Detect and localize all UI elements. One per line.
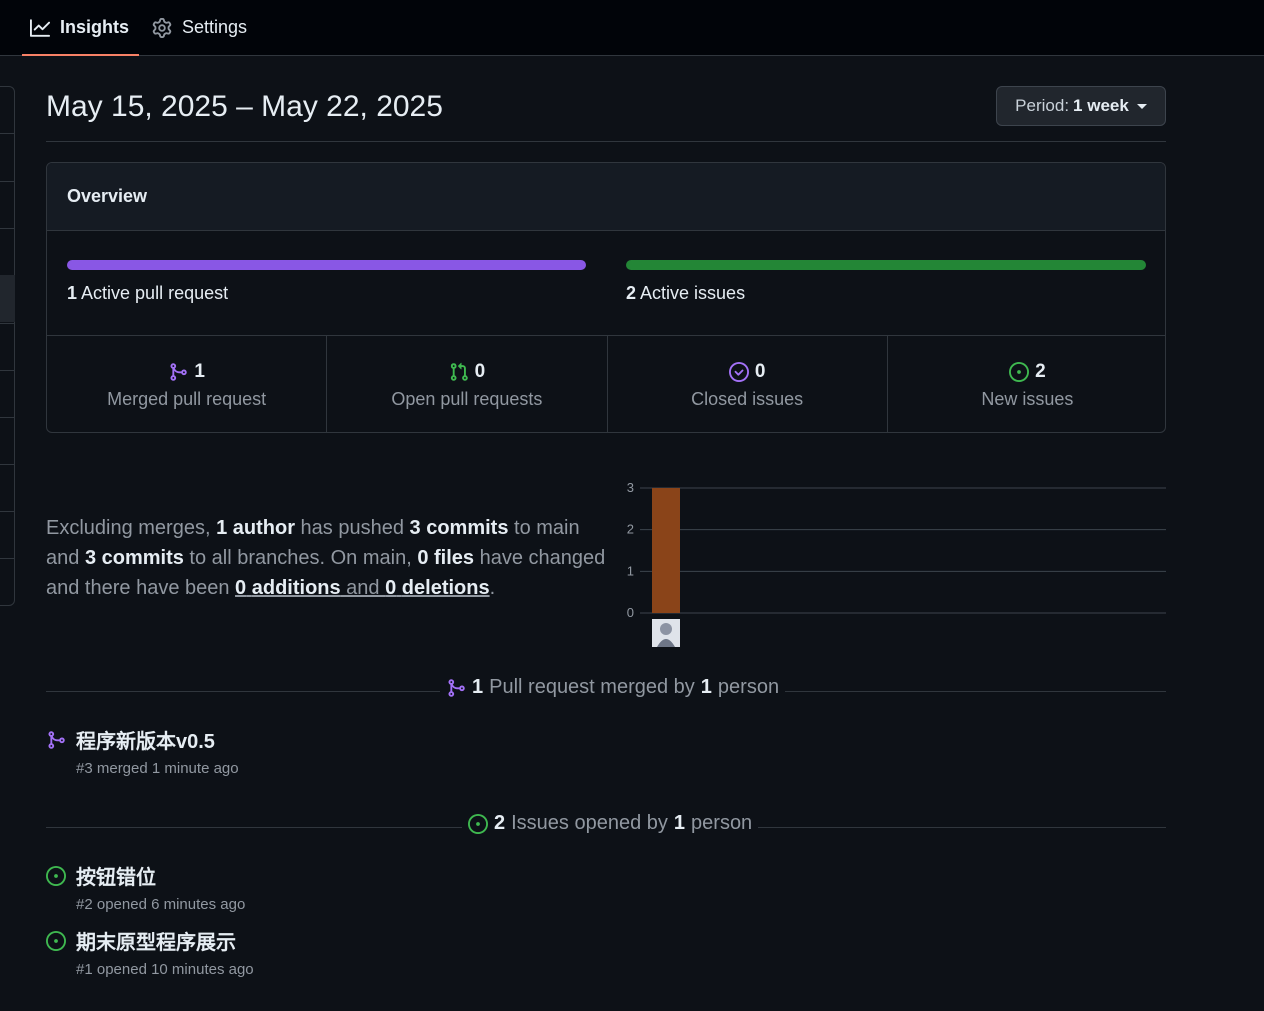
- additions-word: additions: [251, 577, 341, 599]
- period-dropdown-button[interactable]: Period: 1 week: [996, 86, 1166, 126]
- issues-section-title: 2 Issues opened by 1 person: [462, 812, 759, 835]
- pr-section-text: person: [717, 676, 780, 698]
- stat-open-prs[interactable]: 0 Open pull requests: [327, 336, 608, 432]
- git-merge-icon: [170, 362, 188, 381]
- additions-deletions-link[interactable]: 0 additions and 0 deletions: [235, 577, 490, 599]
- overview-stats: 1 Merged pull request 0 Open pull reques…: [47, 335, 1165, 432]
- issue-opened-icon: [46, 930, 66, 951]
- stat-count: 0: [474, 360, 486, 382]
- date-range-title: May 15, 2025 – May 22, 2025: [46, 90, 443, 123]
- active-pr-bar[interactable]: [67, 260, 586, 270]
- issues-opened-count: 2: [494, 812, 506, 834]
- chart-ytick-label: 1: [627, 563, 634, 578]
- summary-text: has pushed: [294, 517, 410, 539]
- active-pr-link[interactable]: 1 Active pull request: [67, 283, 228, 304]
- issue-list-item: 期末原型程序展示 #1 opened 10 minutes ago: [46, 926, 254, 978]
- issue-opened-icon: [468, 813, 488, 834]
- side-menu-selected-item[interactable]: [0, 275, 15, 322]
- author-avatar[interactable]: [652, 619, 680, 647]
- repo-nav: Insights Settings: [0, 0, 1264, 56]
- summary-text: and: [340, 577, 386, 599]
- issue-list-item: 按钮错位 #2 opened 6 minutes ago: [46, 861, 245, 913]
- stat-label: New issues: [981, 388, 1074, 409]
- tab-insights[interactable]: Insights: [22, 0, 140, 56]
- side-menu: [0, 86, 15, 606]
- active-pr-count: 1: [67, 283, 78, 303]
- issues-people-count: 1: [673, 812, 686, 834]
- active-issues-count: 2: [626, 283, 637, 303]
- stat-new-issues[interactable]: 2 New issues: [888, 336, 1165, 432]
- pr-title-link[interactable]: 程序新版本v0.5: [76, 725, 215, 754]
- overview-box: Overview 1 Active pull request 2 Active …: [46, 162, 1166, 433]
- stat-count: 2: [1035, 360, 1046, 382]
- tab-insights-label: Insights: [60, 17, 130, 37]
- stat-closed-issues[interactable]: 0 Closed issues: [608, 336, 888, 432]
- deletions-count: 0: [385, 577, 397, 599]
- pr-list-item: 程序新版本v0.5 #3 merged 1 minute ago: [46, 725, 239, 777]
- summary-text: .: [489, 577, 496, 599]
- issue-meta: #1 opened 10 minutes ago: [76, 961, 254, 978]
- additions-count: 0: [235, 577, 247, 599]
- chart-ytick-label: 3: [627, 480, 634, 495]
- active-issues-link[interactable]: 2 Active issues: [626, 283, 745, 304]
- active-pr-label: Active pull request: [81, 283, 229, 303]
- issue-title-link[interactable]: 按钮错位: [76, 861, 156, 890]
- commits-all-count: 3 commits: [84, 547, 184, 569]
- stat-label: Closed issues: [691, 388, 804, 409]
- caret-down-icon: [1136, 103, 1147, 109]
- commit-summary: Excluding merges, 1 author has pushed 3 …: [46, 513, 611, 603]
- files-changed-count: 0 files: [417, 547, 475, 569]
- authors-count: 1 author: [216, 517, 295, 539]
- issue-meta: #2 opened 6 minutes ago: [76, 896, 246, 913]
- git-merge-icon: [48, 730, 65, 749]
- pr-people-count: 1: [700, 676, 712, 698]
- issue-title-link[interactable]: 期末原型程序展示: [76, 926, 236, 955]
- period-value: 1 week: [1073, 96, 1129, 115]
- chart-ytick-label: 2: [627, 522, 634, 537]
- chart-ytick-label: 0: [627, 605, 634, 620]
- chart-bar[interactable]: [652, 488, 680, 613]
- stat-label: Merged pull request: [107, 388, 267, 409]
- graph-icon: [30, 18, 50, 37]
- stat-count: 0: [754, 360, 766, 382]
- pr-merged-count: 1: [472, 676, 484, 698]
- tab-settings[interactable]: Settings: [152, 0, 247, 55]
- commits-main-count: 3 commits: [409, 517, 509, 539]
- issue-closed-icon: [728, 361, 749, 382]
- stat-merged-prs[interactable]: 1 Merged pull request: [47, 336, 328, 432]
- issue-opened-icon: [46, 865, 66, 886]
- active-issues-label: Active issues: [640, 283, 746, 303]
- issues-section-text: Issues opened by: [511, 812, 668, 834]
- commits-by-author-chart: 0 1 2 3: [627, 480, 1166, 647]
- tab-settings-label: Settings: [182, 17, 248, 37]
- overview-title: Overview: [47, 163, 1165, 231]
- issues-section-text: person: [691, 812, 753, 834]
- issue-opened-icon: [1009, 361, 1030, 382]
- stat-label: Open pull requests: [391, 388, 543, 409]
- stat-count: 1: [194, 360, 205, 382]
- summary-text: to all branches. On main,: [183, 547, 418, 569]
- gear-icon: [152, 17, 172, 38]
- pr-section-text: Pull request merged by: [489, 676, 695, 698]
- pr-meta: #3 merged 1 minute ago: [76, 760, 239, 777]
- pr-section-title: 1 Pull request merged by 1 person: [440, 676, 786, 699]
- git-pull-request-icon: [450, 362, 468, 381]
- period-label: Period:: [1015, 96, 1070, 115]
- active-issues-bar[interactable]: [626, 260, 1146, 270]
- git-merge-icon: [448, 678, 465, 697]
- summary-text: Excluding merges,: [46, 517, 217, 539]
- deletions-word: deletions: [401, 577, 490, 599]
- divider: [46, 141, 1166, 142]
